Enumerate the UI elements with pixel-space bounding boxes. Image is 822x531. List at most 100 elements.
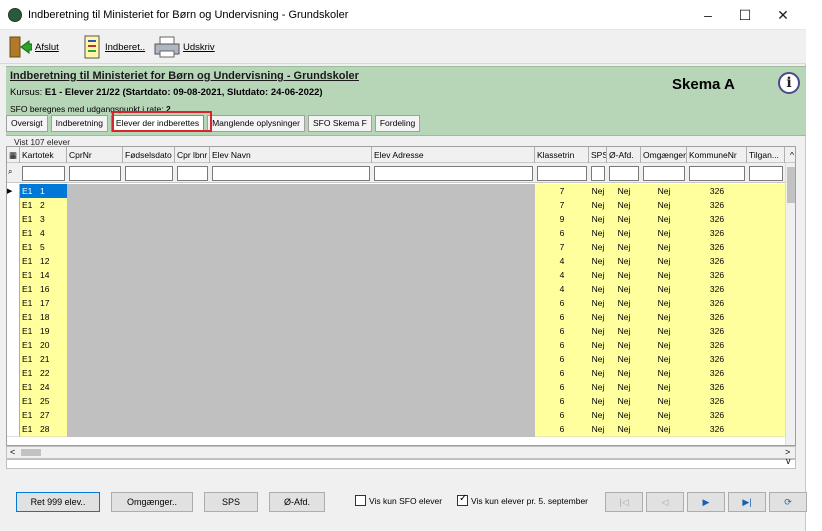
cell-kommunenr[interactable]: 326 <box>687 240 747 255</box>
col-kartotek[interactable]: Kartotek <box>20 147 67 163</box>
tab-indberetning[interactable]: Indberetning <box>50 115 108 132</box>
filter-elevnavn[interactable] <box>212 166 370 181</box>
horizontal-scroll-thumb[interactable] <box>21 449 41 456</box>
cell-kommunenr[interactable]: 326 <box>687 422 747 437</box>
cell-nr[interactable]: 4 <box>20 226 67 241</box>
cell-omgaenger[interactable]: Nej <box>641 240 687 255</box>
cell-kommunenr[interactable]: 326 <box>687 254 747 269</box>
cell-sps[interactable]: Nej <box>589 394 607 409</box>
cell-klassetrin[interactable]: 6 <box>535 394 589 409</box>
col-kommunenr[interactable]: KommuneNr <box>687 147 747 163</box>
cell-omgaenger[interactable]: Nej <box>641 380 687 395</box>
cell-nr[interactable]: 20 <box>20 338 67 353</box>
table-row[interactable]: E1 12 4 Nej Nej Nej 326 <box>7 254 785 269</box>
cell-klassetrin[interactable]: 6 <box>535 226 589 241</box>
row-indicator[interactable] <box>7 352 20 367</box>
cell-oafd[interactable]: Nej <box>607 338 641 353</box>
nav-prev-icon[interactable]: ◁ <box>646 492 684 512</box>
maximize-button[interactable]: ☐ <box>725 4 765 26</box>
cell-tilgang[interactable] <box>747 352 785 367</box>
cell-nr[interactable]: 14 <box>20 268 67 283</box>
omgaenger-button[interactable]: Omgænger.. <box>111 492 193 512</box>
cell-klassetrin[interactable]: 7 <box>535 184 589 199</box>
cell-tilgang[interactable] <box>747 324 785 339</box>
cell-tilgang[interactable] <box>747 380 785 395</box>
row-indicator[interactable] <box>7 394 20 409</box>
cell-omgaenger[interactable]: Nej <box>641 254 687 269</box>
cell-nr[interactable]: 22 <box>20 366 67 381</box>
cell-tilgang[interactable] <box>747 198 785 213</box>
vertical-scroll-thumb[interactable] <box>787 167 795 203</box>
cell-oafd[interactable]: Nej <box>607 212 641 227</box>
cell-tilgang[interactable] <box>747 226 785 241</box>
cell-klassetrin[interactable]: 6 <box>535 408 589 423</box>
cell-oafd[interactable]: Nej <box>607 198 641 213</box>
row-indicator[interactable] <box>7 282 20 297</box>
cell-oafd[interactable]: Nej <box>607 366 641 381</box>
cell-kommunenr[interactable]: 326 <box>687 324 747 339</box>
cell-sps[interactable]: Nej <box>589 324 607 339</box>
cell-nr[interactable]: 19 <box>20 324 67 339</box>
row-indicator[interactable] <box>7 296 20 311</box>
col-omgaenger[interactable]: Omgænger <box>641 147 687 163</box>
table-row[interactable]: E1 18 6 Nej Nej Nej 326 <box>7 310 785 325</box>
cell-klassetrin[interactable]: 7 <box>535 198 589 213</box>
cell-kommunenr[interactable]: 326 <box>687 394 747 409</box>
cell-tilgang[interactable] <box>747 338 785 353</box>
column-chooser-icon[interactable]: ▦ <box>7 147 20 163</box>
cell-omgaenger[interactable]: Nej <box>641 296 687 311</box>
cell-omgaenger[interactable]: Nej <box>641 198 687 213</box>
cell-sps[interactable]: Nej <box>589 366 607 381</box>
filter-tilgang[interactable] <box>749 166 783 181</box>
cell-klassetrin[interactable]: 6 <box>535 422 589 437</box>
filter-cprlbnr[interactable] <box>177 166 208 181</box>
nav-next-icon[interactable]: ▶ <box>687 492 725 512</box>
cell-masked[interactable] <box>67 338 535 353</box>
row-indicator[interactable] <box>7 324 20 339</box>
filter-kommunenr[interactable] <box>689 166 745 181</box>
col-elevnavn[interactable]: Elev Navn <box>210 147 372 163</box>
cell-kommunenr[interactable]: 326 <box>687 338 747 353</box>
udskriv-button[interactable]: Udskriv <box>154 33 215 61</box>
cell-tilgang[interactable] <box>747 184 785 199</box>
table-row[interactable]: E1 21 6 Nej Nej Nej 326 <box>7 352 785 367</box>
cell-masked[interactable] <box>67 422 535 437</box>
cell-nr[interactable]: 28 <box>20 422 67 437</box>
table-row[interactable]: E1 24 6 Nej Nej Nej 326 <box>7 380 785 395</box>
cell-klassetrin[interactable]: 4 <box>535 268 589 283</box>
cell-sps[interactable]: Nej <box>589 338 607 353</box>
cell-oafd[interactable]: Nej <box>607 296 641 311</box>
tab-fordeling[interactable]: Fordeling <box>374 115 421 132</box>
cell-masked[interactable] <box>67 408 535 423</box>
row-indicator[interactable] <box>7 226 20 241</box>
cell-oafd[interactable]: Nej <box>607 254 641 269</box>
cell-tilgang[interactable] <box>747 240 785 255</box>
cell-nr[interactable]: 2 <box>20 198 67 213</box>
col-sps[interactable]: SPS <box>589 147 607 163</box>
cell-klassetrin[interactable]: 6 <box>535 380 589 395</box>
cell-tilgang[interactable] <box>747 268 785 283</box>
row-indicator[interactable] <box>7 198 20 213</box>
table-row[interactable]: E1 4 6 Nej Nej Nej 326 <box>7 226 785 241</box>
row-indicator[interactable] <box>7 338 20 353</box>
cell-sps[interactable]: Nej <box>589 282 607 297</box>
refresh-icon[interactable]: ⟳ <box>769 492 807 512</box>
cell-tilgang[interactable] <box>747 310 785 325</box>
tab-sfo-skema-f[interactable]: SFO Skema F <box>308 115 372 132</box>
cell-omgaenger[interactable]: Nej <box>641 282 687 297</box>
cell-oafd[interactable]: Nej <box>607 324 641 339</box>
filter-fodselsdato[interactable] <box>125 166 173 181</box>
cell-masked[interactable] <box>67 380 535 395</box>
vis-sfo-checkbox[interactable]: Vis kun SFO elever <box>355 495 442 506</box>
cell-sps[interactable]: Nej <box>589 296 607 311</box>
cell-sps[interactable]: Nej <box>589 240 607 255</box>
cell-kommunenr[interactable]: 326 <box>687 282 747 297</box>
scroll-up-icon[interactable]: ^ <box>785 147 795 163</box>
vis-sfo-box[interactable] <box>355 495 366 506</box>
cell-masked[interactable] <box>67 184 535 199</box>
cell-omgaenger[interactable]: Nej <box>641 226 687 241</box>
cell-omgaenger[interactable]: Nej <box>641 324 687 339</box>
cell-masked[interactable] <box>67 324 535 339</box>
cell-omgaenger[interactable]: Nej <box>641 268 687 283</box>
cell-masked[interactable] <box>67 394 535 409</box>
